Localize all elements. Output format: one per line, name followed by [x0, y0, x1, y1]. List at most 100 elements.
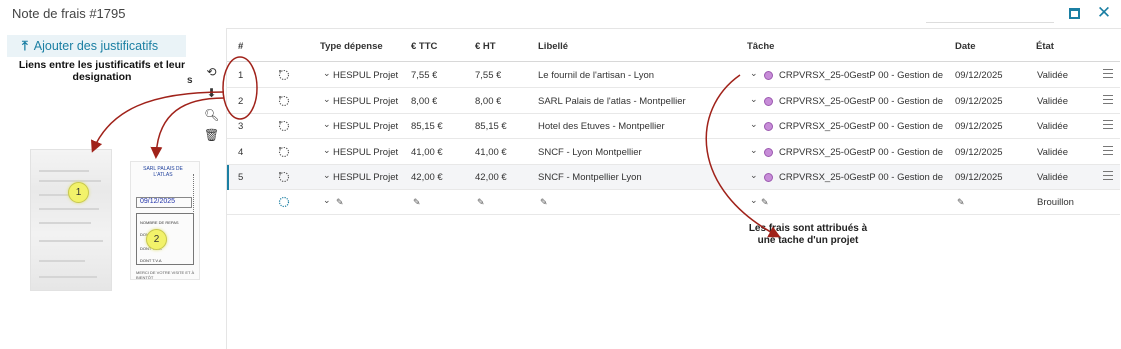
type-chevron-down-icon[interactable]: ⌄ [323, 195, 331, 206]
maximize-icon [1068, 7, 1080, 19]
row-number: 5 [238, 172, 244, 183]
ai-sparkle-icon[interactable] [278, 171, 290, 183]
truncated-label: s [187, 75, 193, 86]
amount-ttc[interactable]: 42,00 € [411, 172, 443, 183]
expense-type[interactable]: HESPUL Projet [333, 121, 399, 132]
expense-label[interactable]: Le fournil de l'artisan - Lyon [538, 70, 738, 81]
amount-ttc[interactable]: 41,00 € [411, 147, 443, 158]
type-chevron-down-icon[interactable]: ⌄ [323, 119, 331, 130]
receipt-2-header: SARL PALAIS DE L'ATLAS [143, 166, 183, 178]
add-attachments-label: Ajouter des justificatifs [33, 39, 159, 53]
project-tag-dot [764, 71, 773, 80]
row-number: 2 [238, 95, 244, 107]
type-chevron-down-icon[interactable]: ⌄ [323, 68, 331, 79]
expense-label[interactable]: SNCF - Lyon Montpellier [538, 147, 738, 158]
drag-handle-icon[interactable] [1103, 69, 1113, 81]
edit-pencil-icon[interactable]: ✎ [761, 197, 769, 208]
expense-type[interactable]: HESPUL Projet [333, 147, 399, 158]
amount-ht[interactable]: 42,00 € [475, 172, 507, 183]
amount-ht[interactable]: 8,00 € [475, 96, 501, 107]
table-row[interactable]: 1 ⌄ HESPUL Projet 7,55 € 7,55 € Le fourn… [227, 63, 1120, 88]
receipt-2-thumbnail[interactable]: SARL PALAIS DE L'ATLAS 09/12/2025 NOMBRE… [130, 161, 200, 280]
task-name[interactable]: CRPVRSX_25-0GestP 00 - Gestion de [779, 147, 945, 158]
col-header-ttc[interactable]: € TTC [411, 41, 437, 52]
download-icon[interactable]: ⬇ [204, 86, 219, 101]
type-chevron-down-icon[interactable]: ⌄ [323, 94, 331, 105]
expense-date[interactable]: 09/12/2025 [955, 147, 1003, 158]
ai-sparkle-icon[interactable] [278, 120, 290, 132]
edit-pencil-icon[interactable]: ✎ [477, 197, 485, 208]
amount-ttc[interactable]: 7,55 € [411, 70, 437, 81]
task-chevron-down-icon[interactable]: ⌄ [750, 195, 758, 206]
edit-pencil-icon[interactable]: ✎ [540, 197, 548, 208]
ai-sparkle-icon[interactable] [278, 196, 290, 208]
amount-ttc[interactable]: 85,15 € [411, 121, 443, 132]
expense-date[interactable]: 09/12/2025 [955, 70, 1003, 81]
amount-ttc[interactable]: 8,00 € [411, 96, 437, 107]
maximize-button[interactable] [1063, 3, 1085, 23]
close-button[interactable]: ✕ [1093, 3, 1115, 23]
trash-icon[interactable]: 🗑︎ [204, 128, 219, 143]
col-header-date[interactable]: Date [955, 41, 976, 52]
expense-date[interactable]: 09/12/2025 [955, 121, 1003, 132]
task-name[interactable]: CRPVRSX_25-0GestP 00 - Gestion de [779, 70, 945, 81]
ai-sparkle-icon[interactable] [278, 95, 290, 107]
task-chevron-down-icon[interactable]: ⌄ [750, 94, 758, 105]
task-name[interactable]: CRPVRSX_25-0GestP 00 - Gestion de [779, 96, 945, 107]
expense-type[interactable]: HESPUL Projet [333, 70, 399, 81]
type-chevron-down-icon[interactable]: ⌄ [323, 145, 331, 156]
expense-label[interactable]: SNCF - Montpellier Lyon [538, 172, 738, 183]
col-header-num[interactable]: # [238, 41, 243, 52]
receipt-1-thumbnail[interactable] [30, 149, 112, 291]
drag-handle-icon[interactable] [1103, 171, 1113, 183]
task-name[interactable]: CRPVRSX_25-0GestP 00 - Gestion de [779, 172, 945, 183]
search-icon[interactable]: 🔍︎ [204, 108, 219, 123]
drag-handle-icon[interactable] [1103, 145, 1113, 158]
task-chevron-down-icon[interactable]: ⌄ [750, 145, 758, 156]
task-chevron-down-icon[interactable]: ⌄ [750, 119, 758, 130]
col-header-libelle[interactable]: Libellé [538, 41, 568, 52]
task-name[interactable]: CRPVRSX_25-0GestP 00 - Gestion de [779, 121, 945, 132]
expense-date[interactable]: 09/12/2025 [955, 172, 1003, 183]
rotate-icon[interactable]: ⟲ [204, 65, 219, 80]
table-row[interactable]: 3 ⌄ HESPUL Projet 85,15 € 85,15 € Hotel … [227, 114, 1120, 139]
col-header-etat[interactable]: État [1036, 41, 1054, 52]
attachments-panel: ⤒ Ajouter des justificatifs Liens entre … [0, 28, 226, 349]
table-row[interactable]: 5 ⌄ HESPUL Projet 42,00 € 42,00 € SNCF -… [227, 165, 1120, 190]
amount-ht[interactable]: 41,00 € [475, 147, 507, 158]
project-tag-dot [764, 147, 773, 157]
col-header-ht[interactable]: € HT [475, 41, 496, 52]
upload-icon: ⤒ [22, 38, 28, 53]
project-tag-dot [764, 96, 773, 106]
expense-type[interactable]: HESPUL Projet [333, 96, 399, 107]
add-attachments-button[interactable]: ⤒ Ajouter des justificatifs [7, 35, 186, 57]
row-number: 4 [238, 146, 244, 158]
edit-pencil-icon[interactable]: ✎ [957, 197, 965, 208]
col-header-type[interactable]: Type dépense [320, 41, 383, 52]
edit-pencil-icon[interactable]: ✎ [413, 197, 421, 208]
task-chevron-down-icon[interactable]: ⌄ [750, 68, 758, 79]
expense-label[interactable]: Hotel des Etuves - Montpellier [538, 121, 738, 132]
draft-row[interactable]: ⌄ ✎ ✎ ✎ ✎ ⌄ ✎ ✎ Brouillon [227, 190, 1120, 215]
expense-date[interactable]: 09/12/2025 [955, 96, 1003, 107]
ai-sparkle-icon[interactable] [278, 146, 290, 158]
ai-sparkle-icon[interactable] [278, 69, 290, 81]
amount-ht[interactable]: 7,55 € [475, 70, 501, 81]
col-header-tache[interactable]: Tâche [747, 41, 774, 52]
status-badge: Validée [1037, 121, 1068, 132]
receipt-1-badge: 1 [68, 182, 89, 203]
amount-ht[interactable]: 85,15 € [475, 121, 507, 132]
status-badge: Validée [1037, 70, 1068, 81]
type-chevron-down-icon[interactable]: ⌄ [323, 170, 331, 181]
selected-row-marker [227, 165, 229, 190]
dialog-title: Note de frais #1795 [12, 6, 126, 21]
edit-pencil-icon[interactable]: ✎ [336, 197, 344, 208]
drag-handle-icon[interactable] [1103, 120, 1113, 132]
drag-handle-icon[interactable] [1103, 94, 1113, 107]
table-row[interactable]: 4 ⌄ HESPUL Projet 41,00 € 41,00 € SNCF -… [227, 140, 1120, 165]
status-badge: Validée [1037, 172, 1068, 183]
expense-type[interactable]: HESPUL Projet [333, 172, 399, 183]
expense-label[interactable]: SARL Palais de l'atlas - Montpellier [538, 96, 738, 107]
task-chevron-down-icon[interactable]: ⌄ [750, 170, 758, 181]
table-row[interactable]: 2 ⌄ HESPUL Projet 8,00 € 8,00 € SARL Pal… [227, 89, 1120, 114]
